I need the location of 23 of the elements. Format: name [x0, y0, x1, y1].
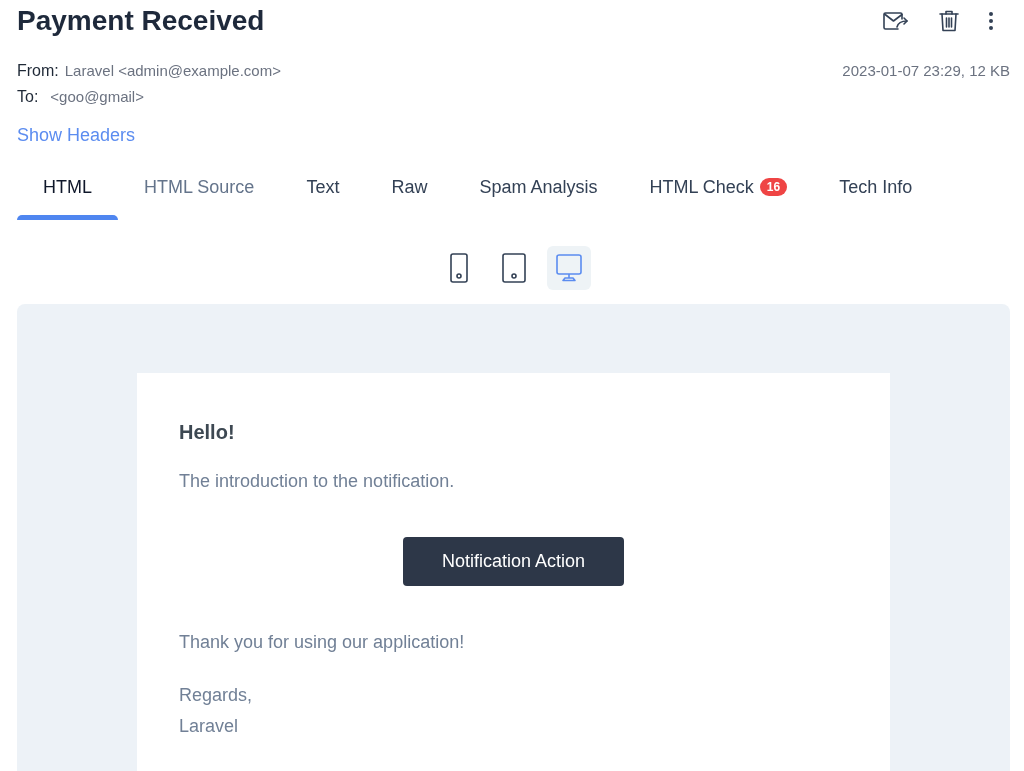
recipient-address: <goo@gmail> [50, 86, 144, 107]
tab[interactable]: HTML [17, 162, 118, 220]
from-label: From: [17, 61, 59, 81]
date-and-size: 2023-01-07 23:29, 12 KB [842, 60, 1010, 81]
tab[interactable]: Raw [365, 162, 454, 220]
monitor-icon[interactable] [546, 246, 591, 290]
email-salutation: Regards, [179, 684, 254, 707]
tab[interactable]: Text [280, 162, 366, 220]
email-greeting: Hello! [179, 420, 236, 445]
tab[interactable]: Tech Info [813, 162, 939, 220]
email-signature: Laravel [179, 715, 240, 738]
email-outro-text: Thank you for using our application! [179, 631, 466, 654]
forward-mail-icon[interactable] [880, 9, 911, 33]
email-subject: Payment Received [17, 4, 265, 38]
notification-action-button[interactable]: Notification Action [403, 537, 624, 586]
tab[interactable]: HTML Source [118, 162, 281, 220]
sender-address: Laravel <admin@example.com> [64, 60, 281, 81]
tab[interactable]: HTML Check 16 [623, 162, 814, 220]
count-badge: 16 [759, 178, 788, 196]
to-label: To: [17, 87, 39, 107]
email-intro-text: The introduction to the notification. [179, 470, 456, 493]
tab[interactable]: Spam Analysis [453, 162, 624, 220]
more-options-icon[interactable] [986, 9, 996, 33]
